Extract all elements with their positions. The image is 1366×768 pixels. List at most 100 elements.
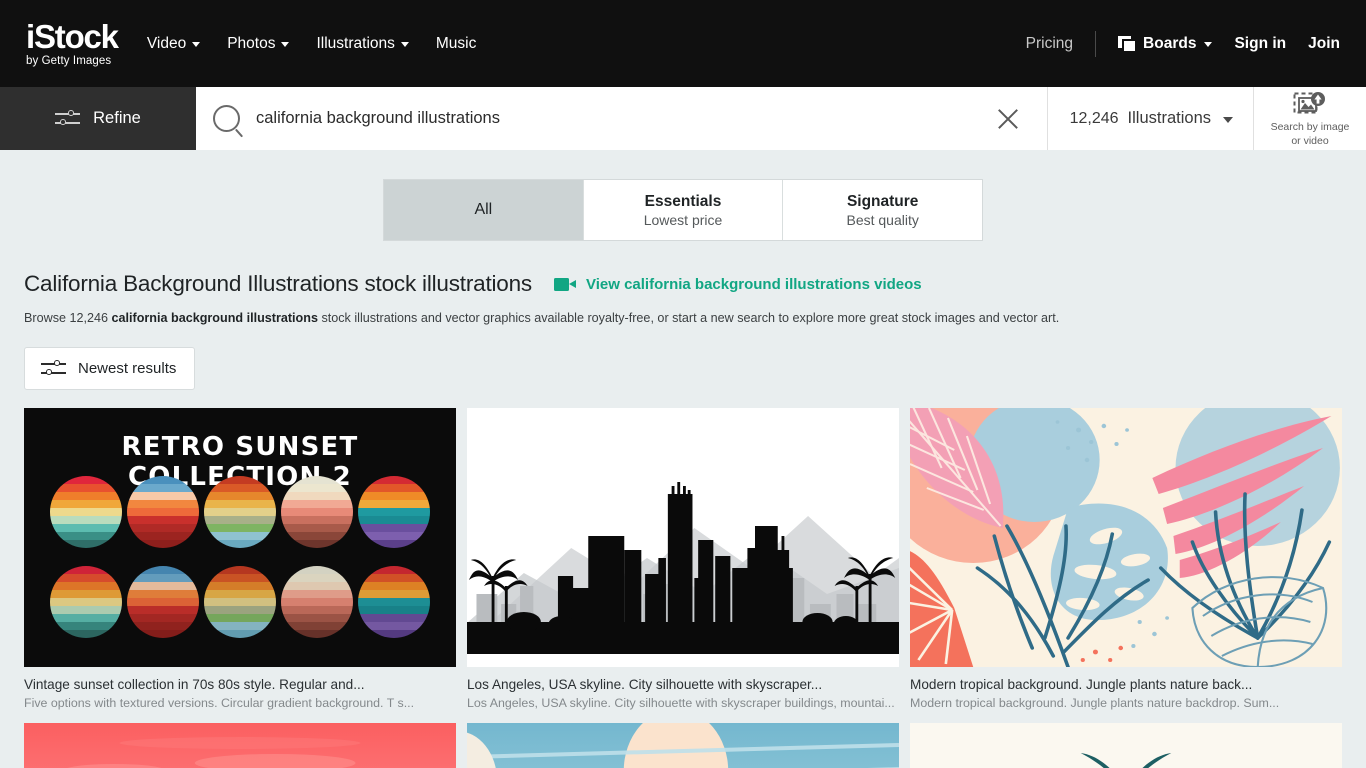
boards-label: Boards xyxy=(1143,34,1197,52)
search-by-image-line1: Search by image xyxy=(1270,120,1350,133)
primary-nav: Video Photos Illustrations Music xyxy=(147,35,477,53)
chevron-down-icon xyxy=(400,42,409,47)
result-description: Five options with textured versions. Cir… xyxy=(24,696,415,710)
thumbnail-beach-sun[interactable] xyxy=(467,723,899,768)
search-by-image-line2: or video xyxy=(1291,134,1329,147)
thumbnail-tropical-background[interactable] xyxy=(910,408,1342,667)
result-title: Vintage sunset collection in 70s 80s sty… xyxy=(24,677,365,692)
result-card-california-typography[interactable]: CALIFORNIA xyxy=(910,723,1342,768)
refine-button[interactable]: Refine xyxy=(0,87,196,150)
sunset-circle xyxy=(50,476,122,548)
sunset-circle xyxy=(50,566,122,638)
nav-item-video-label: Video xyxy=(146,34,187,52)
logo-tagline: by Getty Images xyxy=(26,54,112,67)
istock-logo[interactable]: iStock by Getty Images xyxy=(26,17,119,68)
clear-search-icon[interactable] xyxy=(991,102,1025,136)
view-videos-link[interactable]: View california background illustrations… xyxy=(553,275,922,293)
headline-row: California Background Illustrations stoc… xyxy=(24,271,1342,297)
chevron-down-icon xyxy=(281,42,290,47)
sunset-circle xyxy=(204,566,276,638)
image-upload-icon xyxy=(1293,91,1325,113)
tab-all-title: All xyxy=(474,201,493,218)
refine-label: Refine xyxy=(93,109,141,127)
sunset-circle-row xyxy=(50,476,430,548)
browse-prefix: Browse 12,246 xyxy=(24,311,112,325)
nav-item-music-label: Music xyxy=(435,34,477,52)
tab-signature-sub: Best quality xyxy=(846,211,919,228)
tropical-artwork xyxy=(910,408,1342,667)
logo-wordmark: iStock xyxy=(26,17,119,55)
thumbnail-retro-sunset[interactable]: RETRO SUNSET COLLECTION 2 xyxy=(24,408,456,667)
sort-sliders-icon xyxy=(41,359,66,378)
top-navigation-bar: iStock by Getty Images Video Photos Illu… xyxy=(0,0,1366,87)
nav-divider xyxy=(1095,30,1097,57)
nav-item-illustrations-label: Illustrations xyxy=(316,34,395,52)
browse-suffix: stock illustrations and vector graphics … xyxy=(317,311,1060,325)
search-field-wrapper xyxy=(196,87,1048,150)
browse-description: Browse 12,246 california background illu… xyxy=(24,310,1342,327)
boards-menu[interactable]: Boards xyxy=(1118,34,1213,53)
result-card-tropical[interactable]: Modern tropical background. Jungle plant… xyxy=(910,408,1342,710)
license-tabs-wrapper: All Essentials Lowest price Signature Be… xyxy=(0,150,1366,241)
boards-icon xyxy=(1118,36,1136,51)
sunset-circle xyxy=(358,476,430,548)
tab-essentials-title: Essentials xyxy=(644,192,722,210)
chevron-down-icon xyxy=(1223,116,1233,123)
search-input[interactable] xyxy=(256,109,991,128)
sunset-circle-row xyxy=(50,566,430,638)
sunset-circle xyxy=(127,566,199,638)
sort-button[interactable]: Newest results xyxy=(24,347,196,390)
secondary-nav: Pricing Boards Sign in Join xyxy=(1026,30,1340,57)
view-videos-label: View california background illustrations… xyxy=(585,275,922,293)
result-title: Modern tropical background. Jungle plant… xyxy=(910,677,1253,692)
result-title: Los Angeles, USA skyline. City silhouett… xyxy=(467,677,823,692)
search-bar: Refine 12,246 Illustrations Search by im… xyxy=(0,87,1366,150)
join-button[interactable]: Join xyxy=(1308,35,1340,53)
result-count: 12,246 xyxy=(1069,109,1119,127)
results-content: California Background Illustrations stoc… xyxy=(0,271,1366,768)
california-palm-sun-icon xyxy=(1080,753,1172,768)
result-card-red-sunset-mountains[interactable] xyxy=(24,723,456,768)
la-skyline-artwork xyxy=(467,408,899,667)
search-icon[interactable] xyxy=(213,105,240,132)
thumbnail-california-typography[interactable]: CALIFORNIA xyxy=(910,723,1342,768)
thumbnail-la-skyline[interactable] xyxy=(467,408,899,667)
pricing-link[interactable]: Pricing xyxy=(1026,35,1073,53)
sunset-circle xyxy=(281,566,353,638)
search-by-image-button[interactable]: Search by image or video xyxy=(1254,87,1366,150)
result-description: Modern tropical background. Jungle plant… xyxy=(910,696,1280,710)
results-grid: RETRO SUNSET COLLECTION 2 Vintage sunset… xyxy=(24,408,1342,768)
sunset-circle xyxy=(358,566,430,638)
result-description: Los Angeles, USA skyline. City silhouett… xyxy=(467,696,895,710)
filter-sliders-icon xyxy=(55,109,81,128)
result-card-la-skyline[interactable]: Los Angeles, USA skyline. City silhouett… xyxy=(467,408,899,710)
red-sunset-artwork xyxy=(67,737,361,768)
nav-item-video[interactable]: Video xyxy=(146,34,201,53)
asset-type-label: Illustrations xyxy=(1127,109,1211,127)
tab-essentials-sub: Lowest price xyxy=(643,211,723,228)
beach-sun-artwork xyxy=(467,723,899,768)
tab-essentials[interactable]: Essentials Lowest price xyxy=(584,180,784,240)
thumbnail-red-sunset-mountains[interactable] xyxy=(24,723,456,768)
sort-label: Newest results xyxy=(78,360,177,377)
nav-item-photos[interactable]: Photos xyxy=(227,35,290,53)
page-title: California Background Illustrations stoc… xyxy=(24,271,532,296)
results-column-1: RETRO SUNSET COLLECTION 2 Vintage sunset… xyxy=(24,408,456,768)
tab-signature-title: Signature xyxy=(846,192,919,210)
result-card-beach-sun[interactable] xyxy=(467,723,899,768)
tab-signature[interactable]: Signature Best quality xyxy=(783,180,982,240)
tab-all[interactable]: All xyxy=(384,180,584,240)
results-column-3: Modern tropical background. Jungle plant… xyxy=(910,408,1342,768)
nav-item-music[interactable]: Music xyxy=(436,35,476,53)
sunset-circle xyxy=(204,476,276,548)
sunset-circle xyxy=(281,476,353,548)
video-camera-icon xyxy=(553,277,576,291)
sunset-circles-group xyxy=(50,476,430,638)
sign-in-button[interactable]: Sign in xyxy=(1234,35,1286,53)
result-card-retro-sunset[interactable]: RETRO SUNSET COLLECTION 2 Vintage sunset… xyxy=(24,408,456,710)
asset-type-dropdown[interactable]: 12,246 Illustrations xyxy=(1048,87,1254,150)
browse-keyword: california background illustrations xyxy=(111,311,318,325)
nav-item-illustrations[interactable]: Illustrations xyxy=(316,34,409,53)
chevron-down-icon xyxy=(192,42,201,47)
sunset-circle xyxy=(127,476,199,548)
